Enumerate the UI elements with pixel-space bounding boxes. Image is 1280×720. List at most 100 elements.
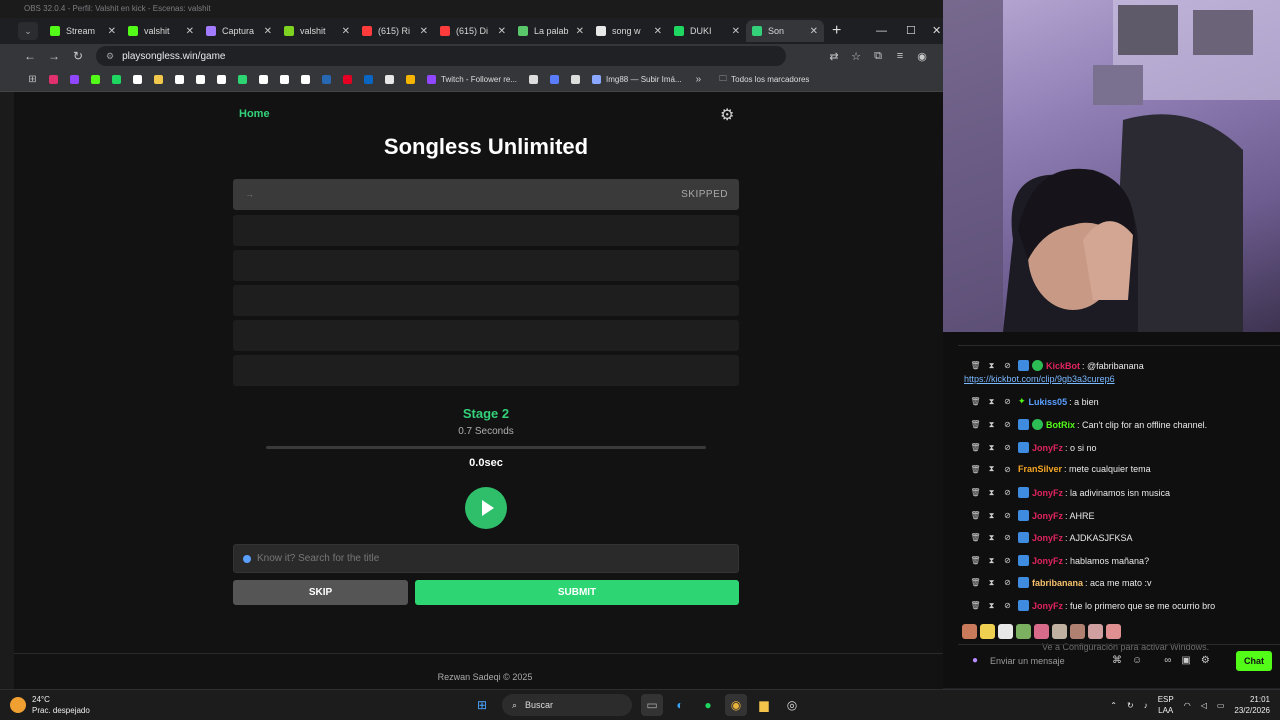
song-search-input[interactable] <box>257 553 717 564</box>
bookmark-favicon[interactable] <box>274 73 295 87</box>
tab-close-icon[interactable]: ✕ <box>732 26 740 37</box>
bookmark-favicon[interactable] <box>148 73 169 87</box>
obs-icon[interactable]: ◎ <box>781 694 803 716</box>
delete-icon[interactable]: 🗑 <box>970 465 981 474</box>
song-search-box[interactable] <box>233 544 739 573</box>
chat-message-input[interactable] <box>990 655 1091 666</box>
chat-username[interactable]: JonyFz <box>1032 556 1063 566</box>
bookmark-favicon[interactable] <box>106 73 127 87</box>
bookmark-favicon[interactable] <box>64 73 85 87</box>
reload-icon[interactable]: ↻ <box>66 49 90 63</box>
chat-username[interactable]: JonyFz <box>1032 533 1063 543</box>
bookmark-favicon[interactable] <box>127 73 148 87</box>
emote-icon[interactable] <box>1088 624 1103 639</box>
bookmark-favicon[interactable] <box>169 73 190 87</box>
bookmark-twitch-followers[interactable]: Twitch - Follower re... <box>421 75 523 84</box>
browser-tab[interactable]: (615) Di ✕ <box>434 20 512 42</box>
media-controls-icon[interactable]: ≡ <box>889 50 911 63</box>
ban-icon[interactable]: ⊘ <box>1002 511 1013 520</box>
ban-icon[interactable]: ⊘ <box>1002 361 1013 370</box>
emote-icon[interactable] <box>1106 624 1121 639</box>
browser-tab[interactable]: (615) Ri ✕ <box>356 20 434 42</box>
file-explorer-icon[interactable]: ▆ <box>753 694 775 716</box>
timeout-icon[interactable]: ⧗ <box>986 533 997 543</box>
chat-username[interactable]: Lukiss05 <box>1029 397 1068 407</box>
wifi-icon[interactable]: ◠ <box>1184 701 1191 710</box>
task-view-icon[interactable]: ▭ <box>641 694 663 716</box>
tray-app-icon[interactable]: ↻ <box>1127 701 1134 710</box>
ban-icon[interactable]: ⊘ <box>1002 601 1013 610</box>
browser-tab[interactable]: Captura ✕ <box>200 20 278 42</box>
emote-icon[interactable] <box>1052 624 1067 639</box>
url-bar[interactable]: ⚙ playsongless.win/game <box>96 46 786 66</box>
tab-close-icon[interactable]: ✕ <box>654 26 662 37</box>
timeout-icon[interactable]: ⧗ <box>986 578 997 588</box>
profile-avatar-icon[interactable]: ◉ <box>911 50 933 63</box>
weather-widget[interactable]: 24°C Prac. despejado <box>10 694 90 716</box>
extensions-icon[interactable]: ⧉ <box>867 50 889 63</box>
bookmark-icon-b[interactable] <box>544 73 565 87</box>
emote-icon[interactable] <box>1070 624 1085 639</box>
bookmark-favicon[interactable] <box>358 73 379 87</box>
ban-icon[interactable]: ⊘ <box>1002 556 1013 565</box>
bookmark-favicon[interactable] <box>211 73 232 87</box>
more-bookmarks-icon[interactable]: » <box>696 74 702 85</box>
forward-icon[interactable]: → <box>42 49 66 63</box>
tab-search-button[interactable]: ⌄ <box>18 22 38 40</box>
browser-tab[interactable]: valshit ✕ <box>122 20 200 42</box>
ban-icon[interactable]: ⊘ <box>1002 488 1013 497</box>
delete-icon[interactable]: 🗑 <box>970 511 981 520</box>
bookmark-favicon[interactable] <box>85 73 106 87</box>
chat-username[interactable]: JonyFz <box>1032 488 1063 498</box>
tab-close-icon[interactable]: ✕ <box>498 26 506 37</box>
emote-icon[interactable] <box>998 624 1013 639</box>
bookmark-favicon[interactable] <box>379 73 400 87</box>
windows-start-icon[interactable]: ⊞ <box>471 694 493 716</box>
bookmark-favicon[interactable] <box>295 73 316 87</box>
chat-username[interactable]: BotRix <box>1046 420 1075 430</box>
bookmark-favicon[interactable] <box>400 73 421 87</box>
delete-icon[interactable]: 🗑 <box>970 601 981 610</box>
minimize-button[interactable]: — <box>876 18 887 44</box>
edge-icon[interactable]: ◐ <box>669 694 691 716</box>
clock[interactable]: 21:01 23/2/2026 <box>1234 694 1270 716</box>
maximize-button[interactable]: ☐ <box>906 18 916 44</box>
tab-close-icon[interactable]: ✕ <box>108 26 116 37</box>
spotify-icon[interactable]: ● <box>697 694 719 716</box>
timeout-icon[interactable]: ⧗ <box>986 511 997 521</box>
timeout-icon[interactable]: ⧗ <box>986 443 997 453</box>
bookmark-favicon[interactable] <box>232 73 253 87</box>
bookmark-icon-c[interactable] <box>565 73 586 87</box>
delete-icon[interactable]: 🗑 <box>970 488 981 497</box>
translate-icon[interactable]: ⇄ <box>823 50 845 63</box>
emote-icon[interactable] <box>980 624 995 639</box>
emote-icon[interactable] <box>962 624 977 639</box>
ban-icon[interactable]: ⊘ <box>1002 533 1013 542</box>
bookmark-favicon[interactable] <box>337 73 358 87</box>
new-tab-button[interactable]: + <box>832 22 841 40</box>
emote-icon[interactable] <box>1016 624 1031 639</box>
tab-close-icon[interactable]: ✕ <box>342 26 350 37</box>
chat-username[interactable]: KickBot <box>1046 361 1080 371</box>
delete-icon[interactable]: 🗑 <box>970 420 981 429</box>
chat-username[interactable]: fabribanana <box>1032 578 1083 588</box>
tab-close-icon[interactable]: ✕ <box>420 26 428 37</box>
volume-icon[interactable]: ◁ <box>1201 701 1207 710</box>
ban-icon[interactable]: ⊘ <box>1002 578 1013 587</box>
bookmark-favicon[interactable] <box>316 73 337 87</box>
timeout-icon[interactable]: ⧗ <box>986 601 997 611</box>
ban-icon[interactable]: ⊘ <box>1002 443 1013 452</box>
tab-close-icon[interactable]: ✕ <box>810 26 818 37</box>
chrome-icon[interactable]: ◉ <box>725 694 747 716</box>
chat-send-button[interactable]: Chat <box>1236 651 1272 671</box>
settings-gear-icon[interactable]: ⚙ <box>720 105 734 125</box>
submit-button[interactable]: SUBMIT <box>415 580 739 605</box>
timeout-icon[interactable]: ⧗ <box>986 488 997 498</box>
home-link[interactable]: Home <box>239 108 270 120</box>
delete-icon[interactable]: 🗑 <box>970 533 981 542</box>
skip-button[interactable]: SKIP <box>233 580 408 605</box>
tab-close-icon[interactable]: ✕ <box>186 26 194 37</box>
play-button[interactable] <box>465 487 507 529</box>
chat-username[interactable]: FranSilver <box>1018 464 1062 474</box>
chat-settings-icon[interactable]: ⚙ <box>1201 655 1210 666</box>
